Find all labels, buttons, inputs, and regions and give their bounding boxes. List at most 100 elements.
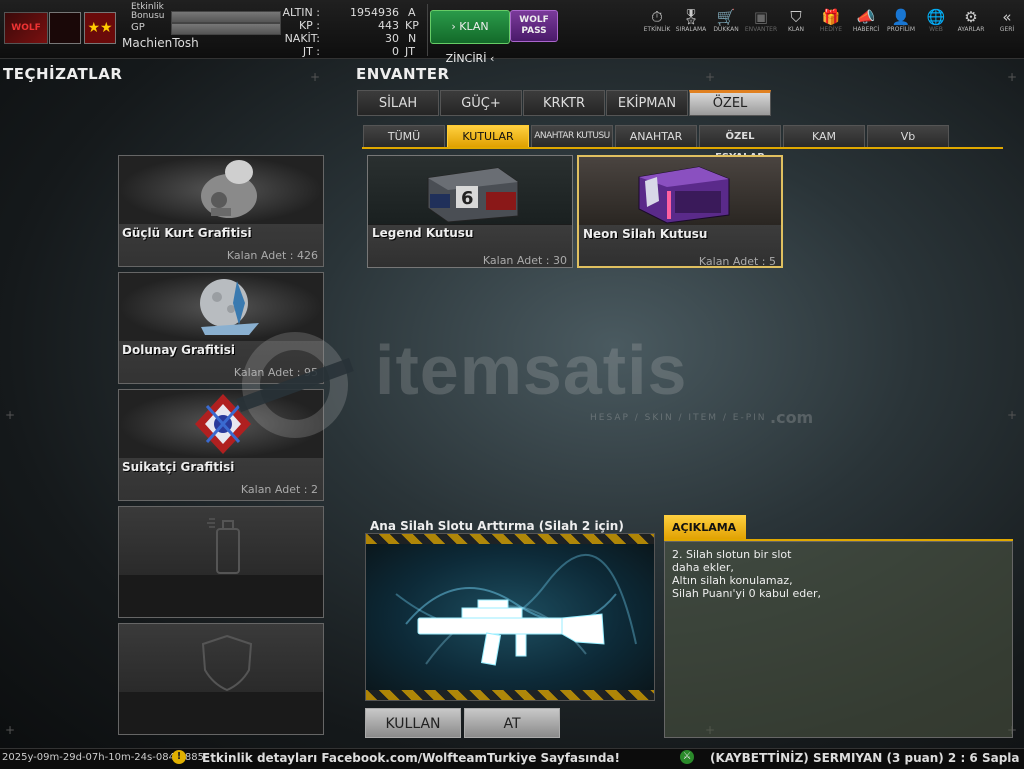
tab-silah[interactable]: SİLAH [357, 90, 439, 116]
notice-text: Etkinlik detayları Facebook.com/Wolfteam… [202, 751, 620, 765]
description-box: 2. Silah slotun bir slot daha ekler, Alt… [664, 541, 1013, 738]
drop-button[interactable]: AT [464, 708, 560, 738]
megaphone-icon: 📣 [856, 8, 876, 26]
nav-envanter[interactable]: ▣ ENVANTER [744, 8, 778, 33]
subtab-ozel-esyalar[interactable]: ÖZEL EŞYALAR [699, 125, 781, 163]
description-tab[interactable]: AÇIKLAMA [664, 515, 746, 540]
notice-icon: ! [172, 750, 186, 764]
profile-icon: 👤 [891, 8, 911, 26]
nav-label: HEDİYE [819, 26, 843, 33]
clan-chain-button[interactable]: › KLAN ZİNCİRİ ‹ [430, 10, 510, 65]
back-chevron-icon: « [1002, 8, 1012, 26]
username: MachienTosh [122, 36, 199, 50]
description-line: Silah Puanı'yi 0 kabul eder, [672, 587, 822, 600]
cart-icon: 🛒 [716, 8, 736, 26]
plus-mark: + [5, 723, 16, 737]
shield-icon: ⛉ [790, 8, 802, 26]
jt-label: JT : [302, 45, 320, 58]
subtab-anahtar[interactable]: ANAHTAR [615, 125, 697, 148]
spray-can-icon [119, 507, 323, 575]
top-bar: WOLF ★★ Etkinlik Bonusu GP MachienTosh A… [0, 0, 1024, 65]
game-logo: WOLF [4, 12, 48, 44]
stopwatch-icon: ⏱ [651, 8, 663, 26]
nav-profilim[interactable]: 👤 PROFİLİM [884, 8, 918, 33]
item-name: Legend Kutusu [372, 226, 474, 240]
description-line: daha ekler, [672, 561, 734, 574]
gear-icon: ⚙ [964, 8, 978, 26]
description-line: 2. Silah slotun bir slot [672, 548, 792, 561]
subtab-kutular[interactable]: KUTULAR [447, 125, 529, 148]
inventory-title: ENVANTER [356, 65, 450, 83]
nav-label: DÜKKAN [713, 26, 739, 33]
tab-guc[interactable]: GÜÇ+ [440, 90, 522, 116]
gold-label: ALTIN : [282, 6, 320, 19]
item-count: Kalan Adet : 30 [482, 254, 567, 267]
subtab-tumu[interactable]: TÜMÜ [363, 125, 445, 148]
nav-siralama[interactable]: 🎖 SIRALAMA [674, 8, 708, 33]
equipment-slot-spray-empty[interactable] [118, 506, 324, 618]
item-name: Güçlü Kurt Grafitisi [122, 226, 252, 240]
plus-mark: + [1007, 408, 1018, 422]
detail-title: Ana Silah Slotu Arttırma (Silah 2 için) [370, 519, 624, 533]
subtab-anahtar-kutusu[interactable]: ANAHTAR KUTUSU [531, 125, 613, 148]
equipment-slot-shield-empty[interactable] [118, 623, 324, 735]
nav-geri[interactable]: « GERİ [990, 8, 1024, 33]
item-count: Kalan Adet : 2 [240, 483, 318, 496]
equipment-slot-1[interactable]: Güçlü Kurt Grafitisi Kalan Adet : 426 [118, 155, 324, 267]
tab-krktr[interactable]: KRKTR [523, 90, 605, 116]
nav-etkinlik[interactable]: ⏱ ETKİNLİK [640, 8, 674, 33]
tab-ozel[interactable]: ÖZEL [689, 90, 771, 116]
cash-unit: N [408, 32, 417, 45]
use-button[interactable]: KULLAN [365, 708, 461, 738]
nav-label: GERİ [999, 26, 1015, 33]
nav-label: SIRALAMA [675, 26, 707, 33]
inventory-item-neon-weapon-box[interactable]: Neon Silah Kutusu Kalan Adet : 5 [577, 155, 783, 268]
nav-ayarlar[interactable]: ⚙ AYARLAR [954, 8, 988, 33]
event-bonus-bar [171, 11, 281, 23]
wolf-pass-label-1: WOLF [519, 15, 549, 25]
nav-hediye[interactable]: 🎁 HEDİYE [814, 8, 848, 33]
subtab-vb[interactable]: Vb [867, 125, 949, 148]
gold-unit: A [408, 6, 416, 19]
event-bonus-label: Etkinlik Bonusu [131, 2, 165, 21]
cash-label: NAKİT: [284, 32, 320, 45]
gp-label: GP [131, 22, 145, 33]
wolf-pass-label-2: PASS [521, 26, 547, 36]
inventory-icon: ▣ [753, 8, 769, 26]
nav-dukkan[interactable]: 🛒 DÜKKAN [709, 8, 743, 33]
tab-ekipman[interactable]: EKİPMAN [606, 90, 688, 116]
bottom-ticker: 2025y-09m-29d-07h-10m-24s-0846-885 ! Etk… [0, 748, 1024, 769]
legend-box-image: 6 [368, 156, 572, 224]
globe-icon: 🌐 [926, 8, 946, 26]
plus-mark: + [1007, 70, 1018, 84]
watermark-subtext: HESAP / SKIN / ITEM / E-PIN [590, 413, 767, 423]
nav-label: PROFİLİM [886, 26, 916, 33]
currency-panel: ALTIN : 1954936 A KP : 443 KP NAKİT: 30 … [282, 4, 428, 58]
rank-stars-icon: ★★ [84, 12, 116, 44]
kp-value: 443 [378, 19, 399, 32]
nav-label: KLAN [787, 26, 804, 33]
subtab-kam[interactable]: KAM [783, 125, 865, 148]
kill-feed: (KAYBETTİNİZ) SERMIYAN (3 puan) 2 : 6 Sa… [710, 751, 1020, 765]
nav-label: ENVANTER [744, 26, 778, 33]
description-line: Altın silah konulamaz, [672, 574, 793, 587]
item-count: Kalan Adet : 5 [698, 255, 776, 268]
chevron-left-icon: ‹ [489, 52, 495, 65]
watermark-domain: .com [770, 408, 814, 427]
nav-klan[interactable]: ⛉ KLAN [779, 8, 813, 33]
watermark-text: itemsatis [375, 331, 688, 409]
nav-label: WEB [929, 26, 943, 33]
item-name: Suikatçi Grafitisi [122, 460, 235, 474]
medal-icon: 🎖 [681, 8, 701, 26]
gift-icon: 🎁 [821, 8, 841, 26]
nav-web[interactable]: 🌐 WEB [919, 8, 953, 33]
rank-emblem [49, 12, 81, 44]
subtab-underline [362, 147, 1003, 149]
inventory-item-legend-box[interactable]: 6 Legend Kutusu Kalan Adet : 30 [367, 155, 573, 268]
wolf-pass-button[interactable]: WOLF PASS [510, 10, 558, 42]
kp-label: KP : [298, 19, 320, 32]
nav-label: HABERCİ [852, 26, 880, 33]
plus-mark: + [310, 70, 321, 84]
item-name: Neon Silah Kutusu [583, 227, 708, 241]
nav-haberci[interactable]: 📣 HABERCİ [849, 8, 883, 33]
